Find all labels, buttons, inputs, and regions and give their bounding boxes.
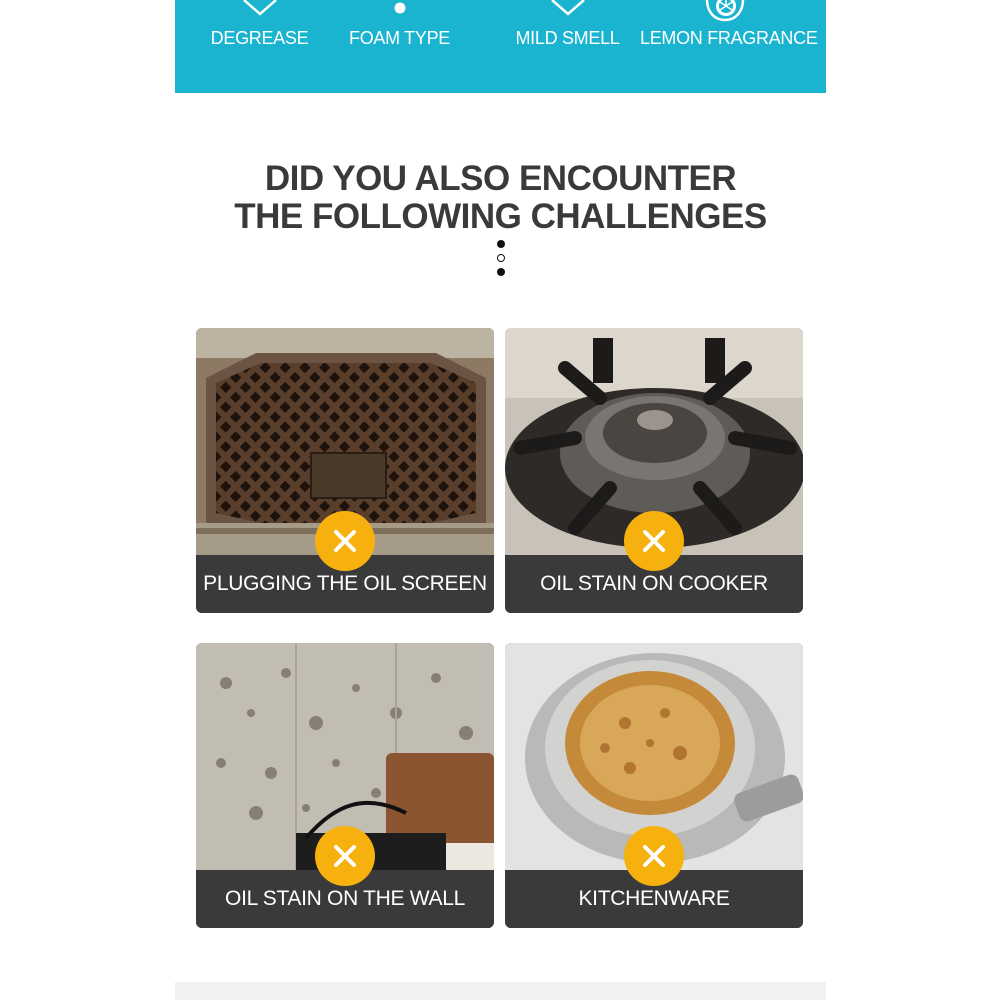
feature-lemon-fragrance: LEMON FRAGRANCE — [640, 0, 818, 93]
challenge-card-kitchenware: KITCHENWARE — [505, 643, 803, 928]
feature-label: LEMON FRAGRANCE — [640, 28, 818, 48]
features-banner: DEGREASE FOAM TYPE MILD SMELL LEMON FRAG… — [175, 0, 826, 93]
challenge-caption: KITCHENWARE — [578, 887, 730, 910]
foam-bubbles-icon — [390, 0, 410, 21]
feature-label: DEGREASE — [210, 28, 309, 48]
cross-icon — [315, 826, 375, 886]
product-panel: DEGREASE FOAM TYPE MILD SMELL LEMON FRAG… — [175, 0, 826, 1000]
challenge-card-oil-screen: PLUGGING THE OIL SCREEN — [196, 328, 494, 613]
challenge-caption: PLUGGING THE OIL SCREEN — [203, 572, 487, 595]
feature-label: MILD SMELL — [515, 28, 620, 48]
diamond-drop-icon — [240, 0, 280, 21]
feature-degrease: DEGREASE — [197, 0, 322, 93]
headline-line-2: THE FOLLOWING CHALLENGES — [234, 197, 767, 236]
cross-icon — [624, 826, 684, 886]
feature-mild-smell: MILD SMELL — [505, 0, 630, 93]
dot-icon — [497, 254, 505, 262]
challenge-card-cooker: OIL STAIN ON COOKER — [505, 328, 803, 613]
feature-foam-type: FOAM TYPE — [337, 0, 462, 93]
dot-icon — [497, 268, 505, 276]
feature-label: FOAM TYPE — [349, 28, 450, 48]
diamond-drop-icon — [548, 0, 588, 21]
challenge-caption: OIL STAIN ON THE WALL — [225, 887, 465, 910]
headline-line-1: DID YOU ALSO ENCOUNTER — [264, 159, 737, 198]
cross-icon — [315, 511, 375, 571]
cross-icon — [624, 511, 684, 571]
challenge-card-wall: OIL STAIN ON THE WALL — [196, 643, 494, 928]
next-section-strip — [175, 982, 826, 1000]
lemon-slice-icon — [693, 0, 757, 29]
dot-icon — [497, 240, 505, 248]
dots-separator — [495, 240, 507, 282]
challenge-caption: OIL STAIN ON COOKER — [540, 572, 768, 595]
